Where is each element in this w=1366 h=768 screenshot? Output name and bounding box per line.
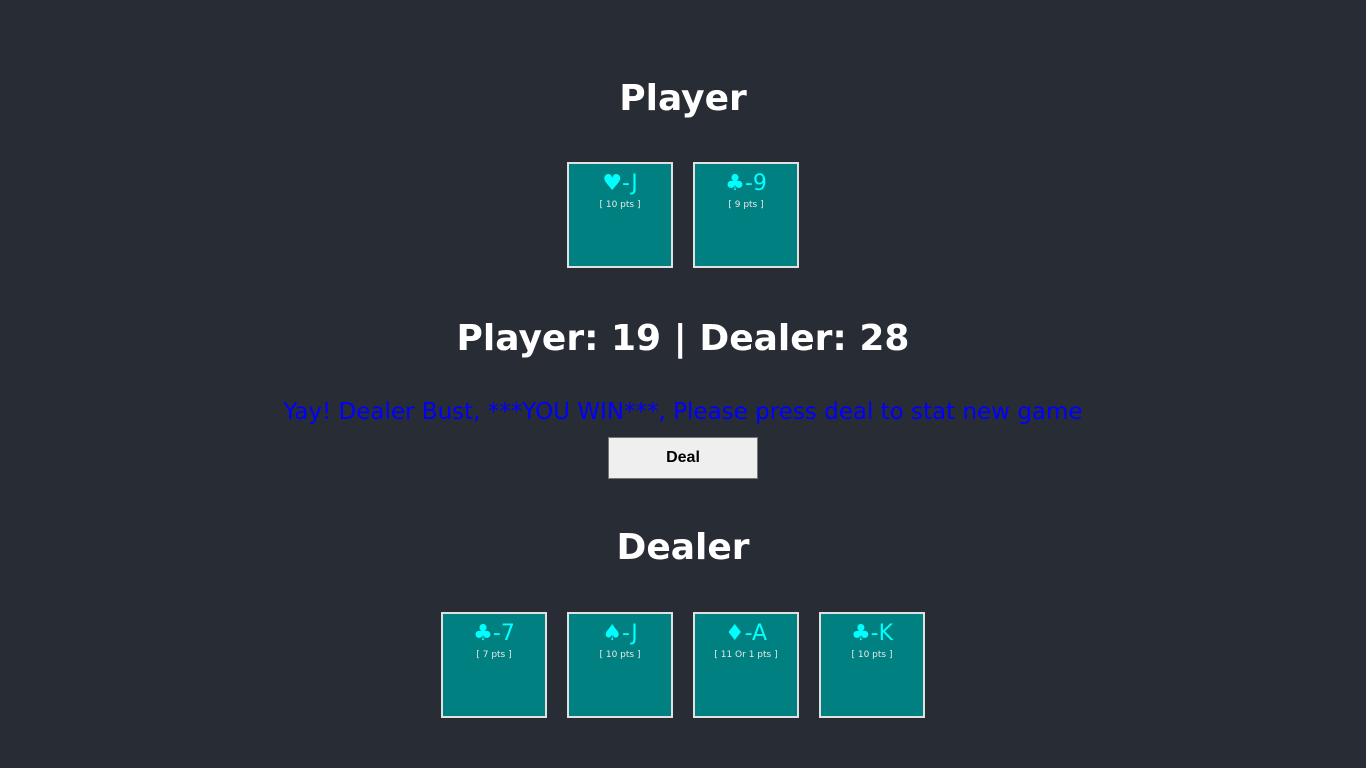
card-points: [ 10 pts ] [599, 200, 641, 210]
dealer-card: ♦-A [ 11 Or 1 pts ] [693, 612, 799, 718]
game-result-message: Yay! Dealer Bust, ***YOU WIN***, Please … [283, 399, 1083, 425]
player-heading: Player [619, 78, 747, 119]
card-face: ♥-J [602, 171, 638, 196]
dealer-card: ♣-K [ 10 pts ] [819, 612, 925, 718]
card-points: [ 11 Or 1 pts ] [714, 650, 778, 660]
blackjack-page: Player ♥-J [ 10 pts ] ♣-9 [ 9 pts ] Play… [0, 0, 1366, 768]
card-points: [ 10 pts ] [851, 650, 893, 660]
card-face: ♣-7 [473, 621, 515, 646]
card-face: ♠-J [602, 621, 638, 646]
dealer-card: ♣-7 [ 7 pts ] [441, 612, 547, 718]
card-face: ♣-K [850, 621, 894, 646]
card-points: [ 9 pts ] [728, 200, 764, 210]
deal-button[interactable]: Deal [608, 437, 758, 479]
card-face: ♣-9 [725, 171, 767, 196]
card-face: ♦-A [724, 621, 768, 646]
player-hand: ♥-J [ 10 pts ] ♣-9 [ 9 pts ] [0, 162, 1366, 268]
card-points: [ 10 pts ] [599, 650, 641, 660]
score-line: Player: 19 | Dealer: 28 [456, 318, 910, 359]
card-points: [ 7 pts ] [476, 650, 512, 660]
player-card: ♣-9 [ 9 pts ] [693, 162, 799, 268]
dealer-heading: Dealer [616, 527, 750, 568]
dealer-hand: ♣-7 [ 7 pts ] ♠-J [ 10 pts ] ♦-A [ 11 Or… [0, 612, 1366, 718]
player-card: ♥-J [ 10 pts ] [567, 162, 673, 268]
dealer-card: ♠-J [ 10 pts ] [567, 612, 673, 718]
